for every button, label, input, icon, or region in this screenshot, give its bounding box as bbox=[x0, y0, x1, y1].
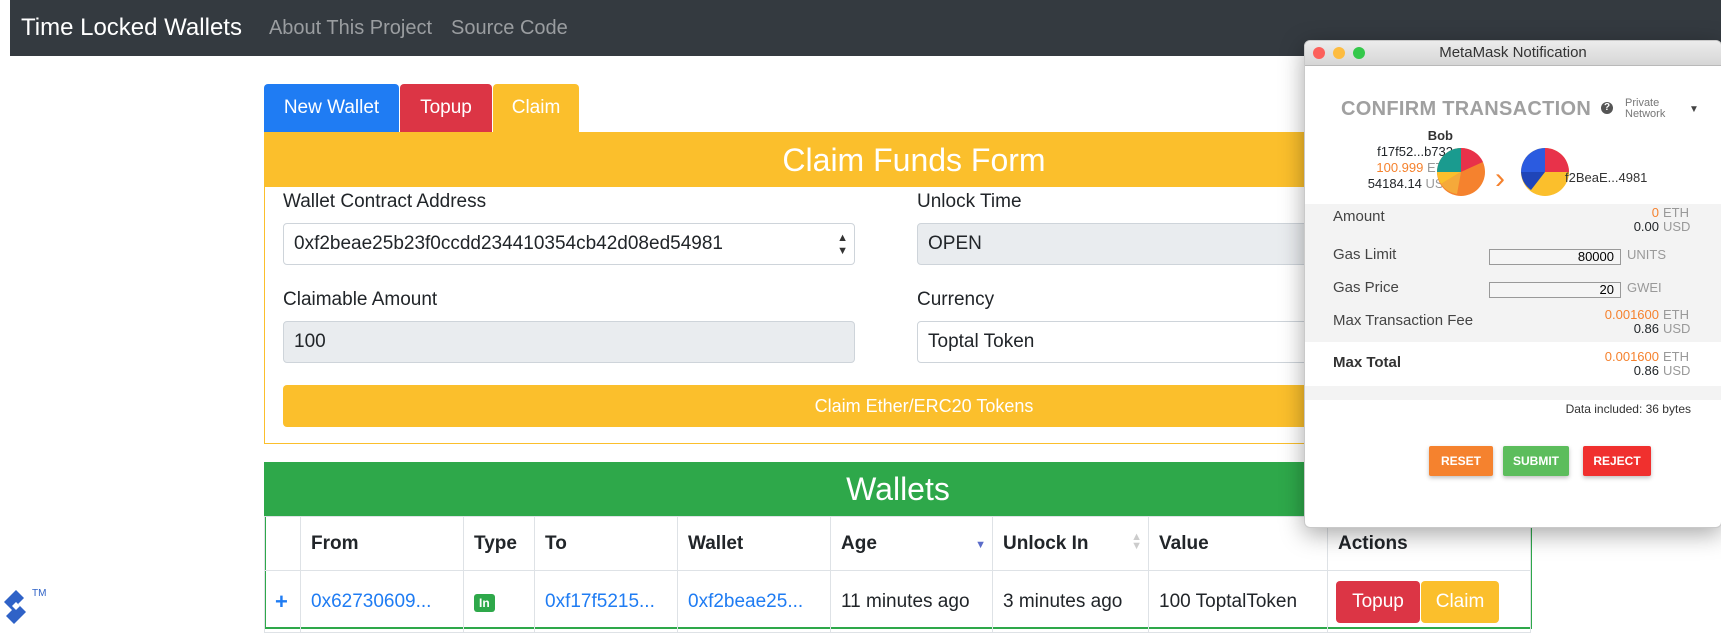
unlock-time-label: Unlock Time bbox=[917, 191, 1022, 212]
col-unlock-in[interactable]: Unlock In ▲ ▼ bbox=[992, 516, 1149, 571]
wallet-address-value: 0xf2beae25b23f0ccdd234410354cb42d08ed549… bbox=[294, 233, 723, 254]
to-identicon bbox=[1521, 148, 1569, 196]
max-total-eth-unit: ETH bbox=[1663, 349, 1689, 364]
close-window-icon[interactable] bbox=[1313, 47, 1325, 59]
metamask-body: CONFIRM TRANSACTION ? Private Network ▼ … bbox=[1305, 66, 1721, 527]
network-selector[interactable]: Private Network bbox=[1625, 98, 1665, 120]
from-usd: 54184.14 bbox=[1367, 176, 1422, 191]
from-name: Bob bbox=[1427, 128, 1453, 143]
sort-icon: ▲ ▼ bbox=[1131, 531, 1142, 552]
row-claim-button[interactable]: Claim bbox=[1421, 580, 1499, 623]
tab-new-wallet[interactable]: New Wallet bbox=[264, 84, 399, 132]
help-icon[interactable]: ? bbox=[1601, 102, 1613, 114]
claimable-amount-label: Claimable Amount bbox=[283, 289, 438, 310]
col-to[interactable]: To bbox=[534, 516, 678, 571]
data-included: Data included: 36 bytes bbox=[1565, 402, 1691, 416]
col-type[interactable]: Type bbox=[463, 516, 535, 571]
from-link[interactable]: 0x62730609... bbox=[311, 591, 431, 612]
from-identicon bbox=[1437, 148, 1485, 196]
from-cell: 0x62730609... bbox=[300, 570, 464, 633]
amount-values: 0 ETH 0.00 USD bbox=[1634, 206, 1691, 234]
gas-limit-unit: UNITS bbox=[1627, 247, 1666, 262]
nav-link-about[interactable]: About This Project bbox=[269, 17, 432, 40]
gas-price-input[interactable] bbox=[1489, 282, 1621, 298]
max-fee-eth-unit: ETH bbox=[1663, 307, 1689, 322]
col-unlock-in-label: Unlock In bbox=[1003, 532, 1089, 554]
confirm-heading: CONFIRM TRANSACTION bbox=[1341, 98, 1592, 120]
select-caret-icon: ▲ ▼ bbox=[837, 232, 848, 257]
wallets-table: From Type To Wallet Age ▼ Unlock In ▲ ▼ Val… bbox=[264, 516, 1531, 633]
amount-usd: 0.00 bbox=[1633, 219, 1659, 234]
gas-limit-input[interactable] bbox=[1489, 249, 1621, 265]
currency-label: Currency bbox=[917, 289, 995, 310]
metamask-titlebar[interactable]: MetaMask Notification bbox=[1305, 41, 1721, 66]
max-total-eth: 0.001600 bbox=[1604, 349, 1659, 364]
reject-button[interactable]: REJECT bbox=[1583, 446, 1651, 476]
to-cell: 0xf17f5215... bbox=[534, 570, 678, 633]
sort-desc-icon: ▼ bbox=[975, 539, 986, 551]
max-total-usd-unit: USD bbox=[1663, 363, 1691, 378]
svg-text:TM: TM bbox=[32, 588, 46, 599]
toptal-logo: TM bbox=[4, 588, 46, 624]
brand-title[interactable]: Time Locked Wallets bbox=[21, 14, 242, 42]
tab-topup[interactable]: Topup bbox=[400, 84, 492, 132]
amount-eth: 0 bbox=[1651, 205, 1659, 220]
from-eth: 100.999 bbox=[1376, 160, 1424, 175]
network-caret-icon[interactable]: ▼ bbox=[1689, 104, 1699, 115]
to-link[interactable]: 0xf17f5215... bbox=[545, 591, 655, 612]
minimize-window-icon[interactable] bbox=[1333, 47, 1345, 59]
tab-claim[interactable]: Claim bbox=[493, 84, 579, 132]
maximize-window-icon[interactable] bbox=[1353, 47, 1365, 59]
max-fee-values: 0.001600 ETH 0.86 USD bbox=[1605, 308, 1691, 336]
type-cell: In bbox=[463, 570, 535, 633]
amount-label: Amount bbox=[1333, 208, 1385, 225]
expand-cell[interactable]: + bbox=[264, 570, 301, 633]
wallet-link[interactable]: 0xf2beae25... bbox=[688, 591, 803, 612]
arrow-right-icon: › bbox=[1495, 162, 1505, 195]
gas-limit-label: Gas Limit bbox=[1333, 246, 1397, 263]
col-age[interactable]: Age ▼ bbox=[830, 516, 993, 571]
wallet-address-label: Wallet Contract Address bbox=[283, 191, 487, 212]
to-address: f2BeaE...4981 bbox=[1565, 170, 1648, 185]
max-fee-eth: 0.001600 bbox=[1604, 307, 1659, 322]
col-age-label: Age bbox=[841, 532, 877, 554]
value-cell: 100 ToptalToken bbox=[1148, 570, 1328, 633]
max-total-label: Max Total bbox=[1333, 354, 1402, 371]
gas-price-label: Gas Price bbox=[1333, 279, 1399, 296]
reset-button[interactable]: RESET bbox=[1429, 446, 1493, 476]
nav-link-source[interactable]: Source Code bbox=[451, 17, 568, 40]
submit-button[interactable]: SUBMIT bbox=[1503, 446, 1569, 476]
form-tabs: New Wallet Topup Claim bbox=[264, 84, 579, 132]
table-row: + 0x62730609... In 0xf17f5215... 0xf2bea… bbox=[264, 570, 1531, 633]
col-wallet[interactable]: Wallet bbox=[677, 516, 831, 571]
unlock-in-cell: 3 minutes ago bbox=[992, 570, 1149, 633]
amount-usd-unit: USD bbox=[1663, 219, 1691, 234]
actions-cell: Topup Claim bbox=[1327, 570, 1531, 633]
amount-eth-unit: ETH bbox=[1663, 205, 1689, 220]
col-value[interactable]: Value bbox=[1148, 516, 1328, 571]
type-badge: In bbox=[474, 593, 495, 612]
age-cell: 11 minutes ago bbox=[830, 570, 993, 633]
max-total-values: 0.001600 ETH 0.86 USD bbox=[1605, 350, 1691, 378]
metamask-window: MetaMask Notification CONFIRM TRANSACTIO… bbox=[1304, 40, 1721, 528]
max-fee-usd-unit: USD bbox=[1663, 321, 1691, 336]
expand-plus-icon[interactable]: + bbox=[275, 589, 288, 614]
max-total-usd: 0.86 bbox=[1633, 363, 1659, 378]
max-fee-label: Max Transaction Fee bbox=[1333, 312, 1474, 329]
metamask-window-title: MetaMask Notification bbox=[1439, 44, 1587, 61]
gas-price-unit: GWEI bbox=[1627, 280, 1662, 295]
col-expand bbox=[264, 516, 301, 571]
max-fee-usd: 0.86 bbox=[1633, 321, 1659, 336]
row-topup-button[interactable]: Topup bbox=[1336, 580, 1420, 623]
wallet-address-select[interactable]: 0xf2beae25b23f0ccdd234410354cb42d08ed549… bbox=[283, 223, 855, 265]
wallet-cell: 0xf2beae25... bbox=[677, 570, 831, 633]
claimable-amount-field: 100 bbox=[283, 321, 855, 363]
network-line2: Network bbox=[1625, 108, 1666, 120]
col-from[interactable]: From bbox=[300, 516, 464, 571]
